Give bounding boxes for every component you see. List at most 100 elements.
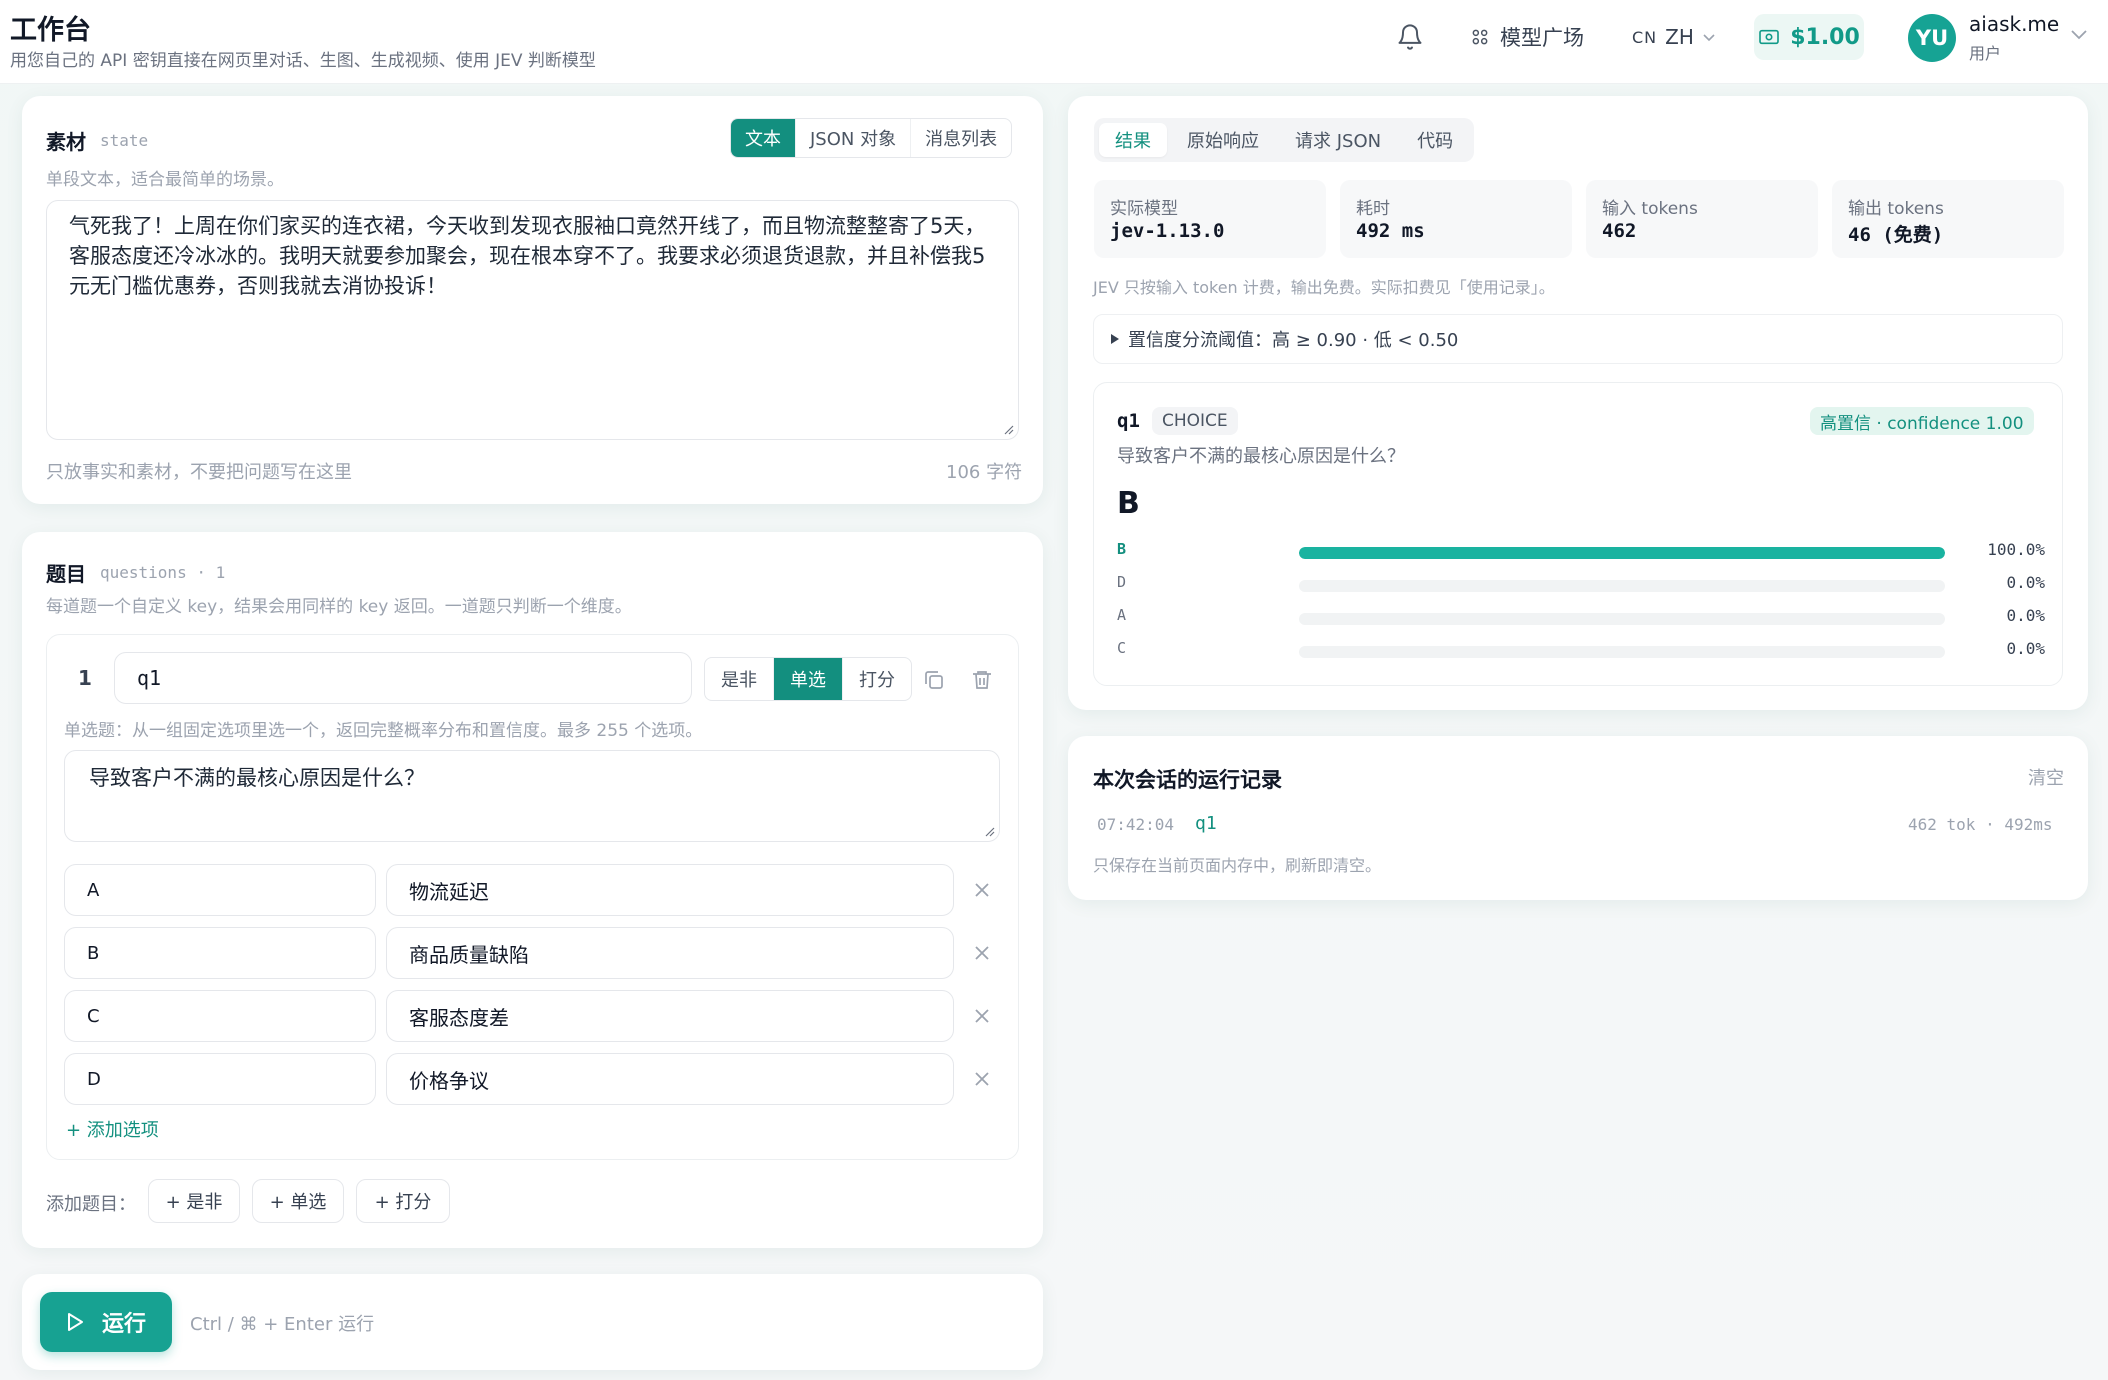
- option-key-input[interactable]: C: [64, 990, 376, 1042]
- material-textarea[interactable]: 气死我了！上周在你们家买的连衣裙，今天收到发现衣服袖口竟然开线了，而且物流整整寄…: [46, 200, 1019, 440]
- option-label-input[interactable]: 客服态度差: [386, 990, 954, 1042]
- resize-handle-icon[interactable]: [1002, 423, 1014, 435]
- run-log-note: 只保存在当前页面内存中，刷新即清空。: [1093, 856, 1382, 875]
- questions-tag: questions · 1: [100, 563, 226, 582]
- close-icon[interactable]: [973, 1007, 991, 1025]
- trash-icon[interactable]: [970, 668, 994, 692]
- distribution-row: B 100.0%: [1117, 540, 2045, 564]
- bell-icon[interactable]: [1396, 22, 1424, 52]
- copy-icon[interactable]: [922, 668, 946, 692]
- type-boolean[interactable]: 是非: [705, 658, 773, 700]
- answer-type-badge: CHOICE: [1152, 407, 1238, 435]
- add-question-label: 添加题目：: [46, 1194, 136, 1215]
- close-icon[interactable]: [973, 1070, 991, 1088]
- option-label: 客服态度差: [409, 1005, 509, 1030]
- log-entry-meta: 462 tok · 492ms: [1908, 815, 2053, 834]
- option-label: 价格争议: [409, 1068, 489, 1093]
- user-name[interactable]: aiask.me: [1969, 12, 2059, 36]
- clear-log-button[interactable]: 清空: [2028, 764, 2064, 790]
- threshold-disclosure[interactable]: 置信度分流阈值：高 ≥ 0.90 · 低 < 0.50: [1093, 314, 2063, 364]
- distribution-percent: 100.0%: [1987, 540, 2045, 559]
- resize-handle-icon[interactable]: [983, 825, 995, 837]
- stat-value: 46 (免费): [1848, 224, 1944, 246]
- material-tag: state: [100, 131, 149, 150]
- stat-value: 492 ms: [1356, 220, 1425, 242]
- add-boolean-question-button[interactable]: + 是非: [148, 1179, 240, 1223]
- play-icon: [67, 1313, 83, 1331]
- option-key-input[interactable]: D: [64, 1053, 376, 1105]
- billing-note: JEV 只按输入 token 计费，输出免费。实际扣费见「使用记录」。: [1093, 278, 1555, 297]
- answer-key: q1: [1117, 410, 1140, 432]
- run-log-title: 本次会话的运行记录: [1093, 768, 1282, 792]
- question-prompt-textarea[interactable]: 导致客户不满的最核心原因是什么？: [64, 750, 1000, 842]
- tab-code[interactable]: 代码: [1401, 123, 1469, 157]
- question-type-switch: 是非 单选 打分: [704, 657, 912, 701]
- option-key-input[interactable]: A: [64, 864, 376, 916]
- tab-result[interactable]: 结果: [1099, 123, 1167, 157]
- distribution-bar-fill: [1299, 547, 1945, 559]
- type-single-choice[interactable]: 单选: [773, 658, 842, 700]
- type-score[interactable]: 打分: [842, 658, 911, 700]
- question-index: 1: [78, 666, 92, 690]
- user-role: 用户: [1969, 44, 2002, 63]
- tab-request-json[interactable]: 请求 JSON: [1279, 123, 1397, 157]
- add-option-link[interactable]: + 添加选项: [66, 1116, 159, 1142]
- balance-button[interactable]: $1.00: [1754, 14, 1864, 60]
- triangle-right-icon: [1111, 334, 1119, 344]
- log-entry-time: 07:42:04: [1097, 815, 1175, 834]
- add-choice-question-button[interactable]: + 单选: [252, 1179, 344, 1223]
- distribution-option-key: A: [1117, 606, 1127, 624]
- mode-json-object[interactable]: JSON 对象: [795, 119, 910, 157]
- distribution-option-key: D: [1117, 573, 1127, 591]
- add-score-question-button[interactable]: + 打分: [356, 1179, 450, 1223]
- material-hint: 单段文本，适合最简单的场景。: [46, 170, 284, 190]
- threshold-text: 置信度分流阈值：高 ≥ 0.90 · 低 < 0.50: [1128, 330, 1459, 351]
- distribution-bar-track: [1299, 580, 1945, 592]
- option-key: D: [87, 1068, 101, 1090]
- run-shortcut-hint: Ctrl / ⌘ + Enter 运行: [190, 1314, 375, 1335]
- log-entry-key[interactable]: q1: [1195, 813, 1217, 834]
- chevron-down-icon[interactable]: [2070, 28, 2088, 40]
- material-title: 素材: [46, 130, 86, 154]
- questions-title: 题目: [46, 562, 86, 586]
- distribution-percent: 0.0%: [2006, 606, 2045, 625]
- option-label: 物流延迟: [409, 879, 489, 904]
- close-icon[interactable]: [973, 944, 991, 962]
- avatar[interactable]: YU: [1908, 14, 1956, 62]
- option-key-input[interactable]: B: [64, 927, 376, 979]
- distribution-row: D 0.0%: [1117, 573, 2045, 597]
- language-selector[interactable]: CN ZH: [1632, 22, 1716, 52]
- option-label-input[interactable]: 物流延迟: [386, 864, 954, 916]
- stat-label: 耗时: [1356, 199, 1390, 219]
- distribution-bar-track: [1299, 646, 1945, 658]
- mode-text[interactable]: 文本: [731, 119, 795, 157]
- material-text: 气死我了！上周在你们家买的连衣裙，今天收到发现衣服袖口竟然开线了，而且物流整整寄…: [69, 214, 986, 298]
- stat-label: 输出 tokens: [1848, 199, 1944, 219]
- stat-value: 462: [1602, 220, 1637, 242]
- distribution-row: A 0.0%: [1117, 606, 2045, 630]
- stat-output-tokens: 输出 tokens 46 (免费): [1832, 180, 2064, 258]
- distribution-percent: 0.0%: [2006, 573, 2045, 592]
- material-footer-hint: 只放事实和素材，不要把问题写在这里: [46, 462, 352, 483]
- option-label-input[interactable]: 商品质量缺陷: [386, 927, 954, 979]
- results-tabs: 结果 原始响应 请求 JSON 代码: [1094, 118, 1475, 162]
- tab-raw-response[interactable]: 原始响应: [1171, 123, 1275, 157]
- top-header: 工作台 用您自己的 API 密钥直接在网页里对话、生图、生成视频、使用 JEV …: [0, 0, 2108, 84]
- material-char-count: 106 字符: [946, 462, 1023, 483]
- run-bar: [22, 1274, 1043, 1370]
- stat-input-tokens: 输入 tokens 462: [1586, 180, 1818, 258]
- option-label-input[interactable]: 价格争议: [386, 1053, 954, 1105]
- answer-question: 导致客户不满的最核心原因是什么？: [1117, 446, 1405, 467]
- language-code: CN: [1632, 27, 1658, 47]
- model-marketplace-link[interactable]: 模型广场: [1470, 22, 1584, 52]
- chevron-down-icon: [1703, 34, 1715, 42]
- stat-latency: 耗时 492 ms: [1340, 180, 1572, 258]
- question-key-input[interactable]: q1: [114, 652, 692, 704]
- close-icon[interactable]: [973, 881, 991, 899]
- mode-message-list[interactable]: 消息列表: [910, 119, 1011, 157]
- run-button[interactable]: 运行: [40, 1292, 172, 1352]
- question-type-hint: 单选题：从一组固定选项里选一个，返回完整概率分布和置信度。最多 255 个选项。: [64, 721, 703, 741]
- distribution-percent: 0.0%: [2006, 639, 2045, 658]
- stat-label: 实际模型: [1110, 199, 1178, 219]
- distribution-option-key: C: [1117, 639, 1127, 657]
